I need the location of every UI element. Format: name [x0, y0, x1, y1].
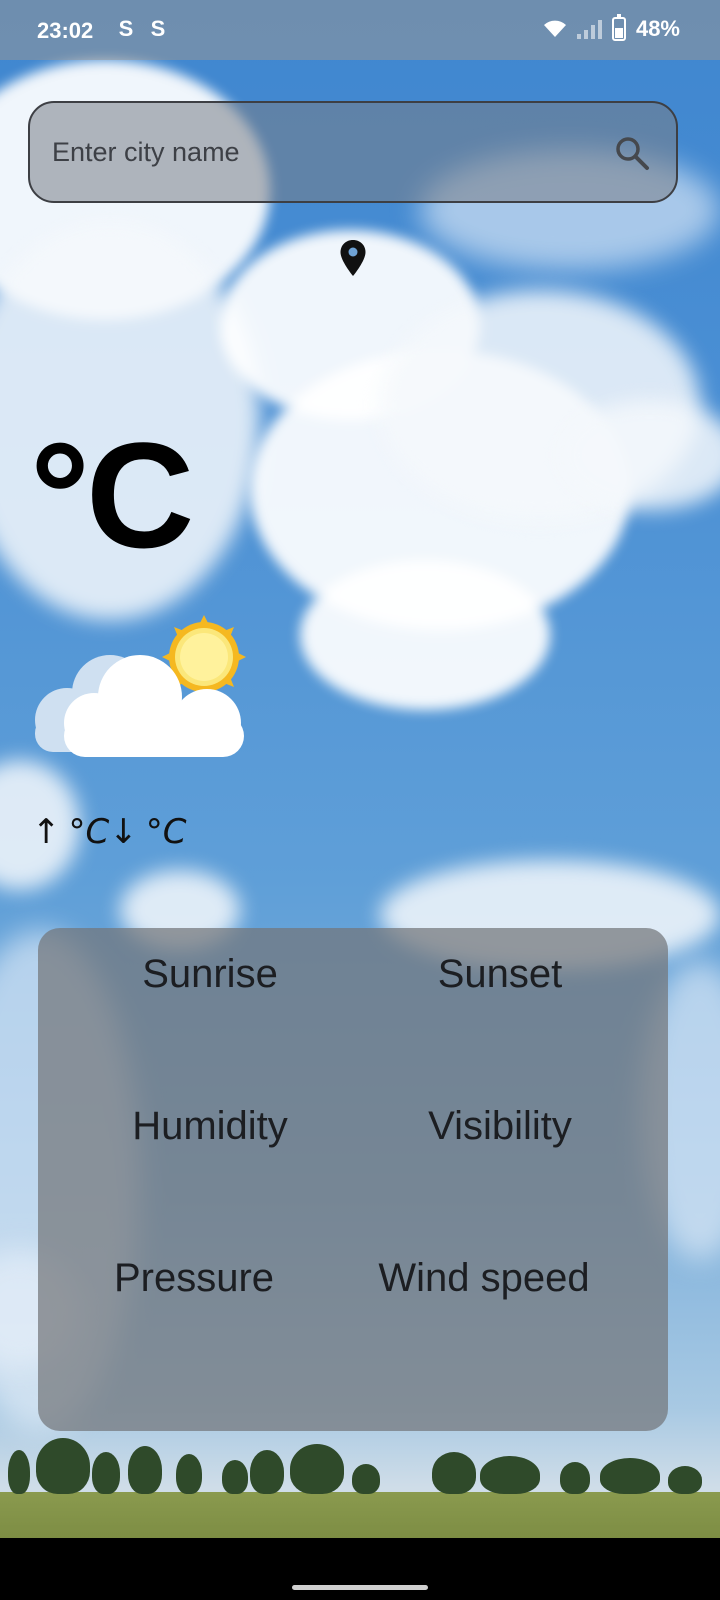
min-max-temperature: ↑ °C ↓ °C: [32, 812, 187, 852]
max-temperature: °C: [68, 812, 110, 852]
wifi-icon: [543, 20, 566, 37]
partly-cloudy-icon: [35, 615, 246, 757]
humidity-label: Humidity: [132, 1104, 288, 1148]
weather-screen: 23:02 S S 48% °C: [0, 0, 720, 1600]
pressure-label: Pressure: [113, 1256, 275, 1300]
min-temperature: °C: [145, 812, 187, 852]
location-pin-icon[interactable]: [339, 239, 367, 277]
battery-charging-icon: [611, 14, 626, 41]
arrow-down-icon: ↓: [109, 812, 138, 852]
status-time: 23:02: [37, 18, 94, 43]
weather-details-card: Sunrise Sunset Humidity Visibility Press…: [38, 928, 668, 1431]
arrow-up-icon: ↑: [32, 812, 61, 852]
wind-speed-label: Wind speed: [378, 1256, 590, 1300]
sunrise-label: Sunrise: [142, 952, 278, 996]
status-bar: 23:02 S S 48%: [0, 0, 720, 60]
status-icons: 48%: [543, 14, 680, 42]
city-search-input[interactable]: [52, 103, 592, 201]
search-icon[interactable]: [614, 135, 650, 171]
notification-app-icon: S: [150, 16, 166, 41]
current-temperature: °C: [30, 411, 194, 579]
visibility-label: Visibility: [428, 1104, 572, 1148]
cellular-signal-icon: [576, 19, 602, 39]
city-search-bar: [28, 101, 678, 203]
home-gesture-handle[interactable]: [292, 1585, 428, 1590]
battery-percent: 48%: [635, 16, 680, 41]
notification-app-icon: S: [118, 16, 134, 41]
system-navigation-bar: [0, 1538, 720, 1600]
sunset-label: Sunset: [437, 952, 563, 996]
